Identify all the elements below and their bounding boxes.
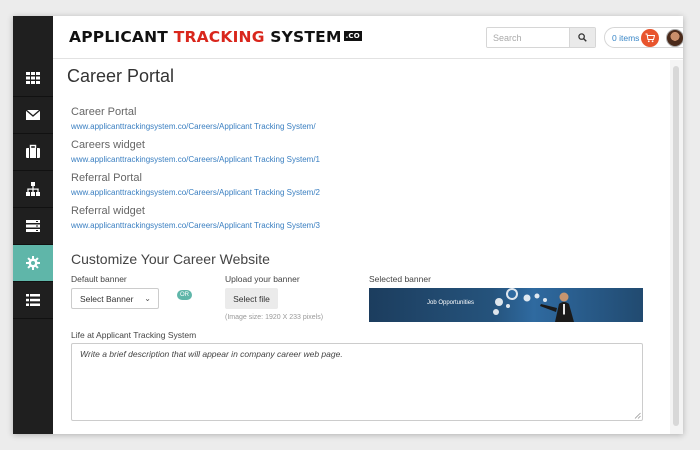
cart-items-count[interactable]: 0 items — [605, 33, 645, 43]
logo-text-2: TRACKING — [173, 28, 265, 46]
page-title: Career Portal — [67, 66, 175, 86]
link-career-portal: Career Portal www.applicanttrackingsyste… — [71, 106, 316, 131]
main-content: Career Portal Career Portal www.applican… — [53, 60, 670, 434]
default-banner-label: Default banner — [71, 274, 127, 284]
or-badge: OR — [177, 290, 192, 300]
search-button[interactable] — [569, 28, 595, 47]
banner-select[interactable]: Select Banner ⌄ — [71, 288, 159, 309]
link-url[interactable]: www.applicanttrackingsystem.co/Careers/A… — [71, 188, 320, 197]
vertical-scrollbar[interactable] — [670, 60, 683, 434]
logo-text-3: SYSTEM — [264, 28, 342, 46]
sidebar-item-settings[interactable] — [13, 245, 53, 282]
sidebar-item-reports[interactable] — [13, 282, 53, 319]
list-icon — [26, 294, 40, 306]
banner-select-value: Select Banner — [80, 293, 134, 304]
top-bar: APPLICANT TRACKING SYSTEM.CO 0 items — [53, 16, 683, 59]
life-label: Life at Applicant Tracking System — [71, 330, 197, 340]
grid-icon — [26, 72, 40, 84]
cart-widget: 0 items — [604, 27, 683, 48]
gear-icon — [26, 256, 40, 270]
logo-badge: .CO — [343, 30, 362, 41]
sidebar — [13, 16, 53, 434]
upload-banner-label: Upload your banner — [225, 274, 300, 284]
sidebar-item-database[interactable] — [13, 208, 53, 245]
selected-banner-image: Job Opportunities — [369, 288, 643, 322]
search-icon — [578, 33, 587, 42]
server-icon — [26, 220, 40, 232]
sidebar-item-dashboard[interactable] — [13, 60, 53, 97]
scrollbar-thumb[interactable] — [673, 66, 679, 426]
search-input[interactable] — [487, 28, 569, 47]
sidebar-header — [13, 16, 53, 60]
customize-heading: Customize Your Career Website — [71, 251, 270, 267]
chevron-down-icon: ⌄ — [144, 294, 151, 303]
app-window: APPLICANT TRACKING SYSTEM.CO 0 items Car… — [13, 16, 683, 434]
image-size-hint: (Image size: 1920 X 233 pixels) — [225, 314, 324, 321]
link-url[interactable]: www.applicanttrackingsystem.co/Careers/A… — [71, 155, 320, 164]
avatar[interactable] — [666, 29, 683, 47]
cart-icon — [645, 33, 655, 43]
link-referral-widget: Referral widget www.applicanttrackingsys… — [71, 205, 320, 230]
app-logo[interactable]: APPLICANT TRACKING SYSTEM .CO — [69, 28, 362, 46]
resize-grip-icon[interactable] — [634, 412, 641, 419]
search-box — [486, 27, 596, 48]
logo-text-1: APPLICANT — [69, 28, 174, 46]
link-careers-widget: Careers widget www.applicanttrackingsyst… — [71, 139, 320, 164]
description-placeholder: Write a brief description that will appe… — [80, 349, 343, 359]
cart-button[interactable] — [641, 29, 659, 47]
link-label: Referral Portal — [71, 172, 142, 184]
envelope-icon — [25, 109, 41, 120]
link-label: Referral widget — [71, 205, 145, 217]
briefcase-icon — [26, 144, 40, 158]
banner-caption: Job Opportunities — [427, 300, 475, 306]
sidebar-item-organization[interactable] — [13, 171, 53, 208]
banner-graphic — [493, 288, 574, 322]
sidebar-item-messages[interactable] — [13, 97, 53, 134]
description-textarea[interactable]: Write a brief description that will appe… — [71, 343, 643, 421]
select-file-button[interactable]: Select file — [225, 288, 278, 309]
link-url[interactable]: www.applicanttrackingsystem.co/Careers/A… — [71, 221, 320, 230]
sitemap-icon — [26, 182, 40, 196]
link-url[interactable]: www.applicanttrackingsystem.co/Careers/A… — [71, 122, 316, 131]
link-label: Careers widget — [71, 139, 145, 151]
link-referral-portal: Referral Portal www.applicanttrackingsys… — [71, 172, 320, 197]
link-label: Career Portal — [71, 106, 137, 118]
selected-banner-label: Selected banner — [369, 274, 431, 284]
sidebar-item-jobs[interactable] — [13, 134, 53, 171]
